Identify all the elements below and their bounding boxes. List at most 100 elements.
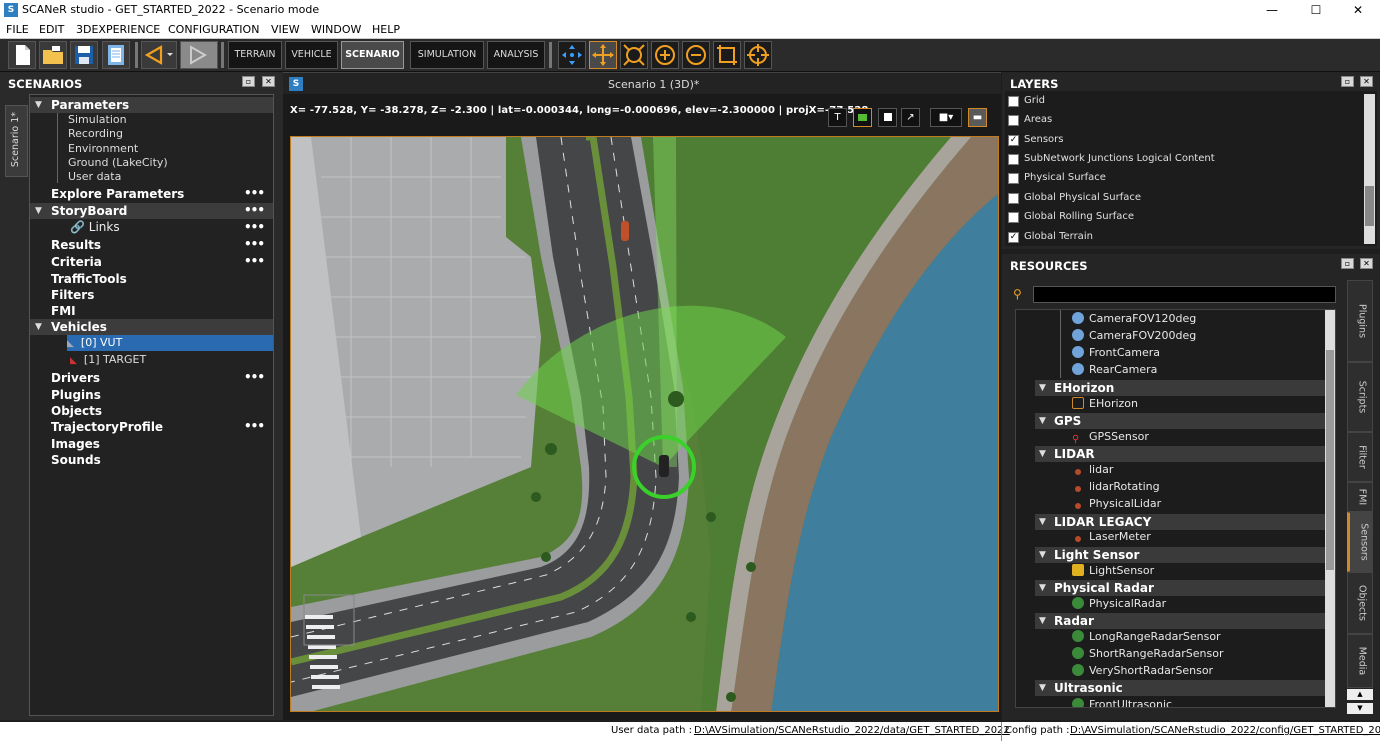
res-group-lidar[interactable]: ▼ LIDAR — [1035, 446, 1325, 462]
close-button[interactable]: ✕ — [1336, 0, 1380, 21]
res-camera-fov120[interactable]: CameraFOV120deg — [1072, 311, 1196, 327]
menu-view[interactable]: VIEW — [271, 23, 300, 36]
checkbox[interactable] — [1008, 96, 1019, 107]
checkbox-checked[interactable]: ✓ — [1008, 232, 1019, 243]
tree-item-links[interactable]: 🔗 Links — [70, 220, 120, 234]
scene-3d-view[interactable] — [290, 136, 999, 712]
layer-sensors[interactable]: ✓ Sensors — [1008, 132, 1338, 148]
menu-file[interactable]: FILE — [6, 23, 29, 36]
layer-grid[interactable]: Grid — [1008, 93, 1338, 109]
more-options-button[interactable]: ••• — [244, 253, 265, 269]
tabs-scroll-down-button[interactable]: ▼ — [1347, 703, 1373, 714]
side-tab-media[interactable]: Media — [1347, 634, 1373, 688]
tree-item-ground[interactable]: Ground (LakeCity) — [68, 156, 168, 170]
side-tab-objects[interactable]: Objects — [1347, 572, 1373, 634]
res-group-gps[interactable]: ▼ GPS — [1035, 413, 1325, 429]
tab-scenario[interactable]: SCENARIO — [341, 41, 404, 69]
tab-terrain[interactable]: TERRAIN — [228, 41, 282, 69]
config-path-link[interactable]: D:\AVSimulation/SCANeRstudio_2022/config… — [1070, 725, 1380, 736]
zoom-region-button[interactable] — [713, 41, 741, 69]
user-data-path-link[interactable]: D:\AVSimulation/SCANeRstudio_2022/data/G… — [694, 725, 1010, 736]
zoom-fit-button[interactable] — [620, 41, 648, 69]
layer-areas[interactable]: Areas — [1008, 112, 1338, 128]
tree-item-recording[interactable]: Recording — [68, 127, 123, 141]
res-group-ultrasonic[interactable]: ▼ Ultrasonic — [1035, 680, 1325, 696]
tab-simulation[interactable]: SIMULATION — [410, 41, 484, 69]
camera-select-button[interactable]: ■▾ — [930, 108, 962, 127]
scenario-tab[interactable]: Scenario 1* — [5, 105, 28, 177]
panel-close-button[interactable]: ✕ — [1360, 76, 1373, 87]
res-front-camera[interactable]: FrontCamera — [1072, 345, 1160, 361]
res-ehorizon[interactable]: EHorizon — [1072, 396, 1138, 412]
side-tab-fmi[interactable]: FMI — [1347, 482, 1373, 512]
pan-view-button[interactable] — [558, 41, 586, 69]
text-toggle-button[interactable]: T — [828, 108, 847, 127]
tree-item-environment[interactable]: Environment — [68, 142, 138, 156]
menu-window[interactable]: WINDOW — [311, 23, 361, 36]
save-button[interactable] — [70, 41, 98, 69]
tree-explore-parameters[interactable]: Explore Parameters ••• — [30, 186, 273, 202]
res-group-light-sensor[interactable]: ▼ Light Sensor — [1035, 547, 1325, 563]
tab-analysis[interactable]: ANALYSIS — [487, 41, 545, 69]
side-tab-plugins[interactable]: Plugins — [1347, 280, 1373, 362]
step-back-button[interactable] — [141, 41, 177, 69]
tree-traffictools[interactable]: TrafficTools — [30, 271, 273, 287]
res-physical-lidar[interactable]: PhysicalLidar — [1072, 496, 1161, 512]
vehicle-camera-button[interactable]: ▬ — [968, 108, 987, 127]
tree-sounds[interactable]: Sounds — [30, 452, 273, 468]
play-button[interactable] — [180, 41, 218, 69]
tree-trajectory-profile[interactable]: TrajectoryProfile ••• — [30, 419, 273, 435]
more-options-button[interactable]: ••• — [244, 236, 265, 252]
res-front-ultrasonic[interactable]: FrontUltrasonic — [1072, 696, 1172, 707]
tree-item-vut[interactable]: ◣ [0] VUT — [67, 335, 273, 351]
layers-scrollbar[interactable] — [1364, 94, 1375, 244]
res-rear-camera[interactable]: RearCamera — [1072, 362, 1157, 378]
resources-scrollbar[interactable] — [1325, 310, 1335, 707]
tree-images[interactable]: Images — [30, 436, 273, 452]
tree-plugins[interactable]: Plugins — [30, 387, 273, 403]
checkbox[interactable] — [1008, 154, 1019, 165]
open-file-button[interactable] — [39, 41, 67, 69]
solid-view-button[interactable] — [878, 108, 897, 127]
tree-fmi[interactable]: FMI — [30, 303, 273, 319]
res-short-range-radar[interactable]: ShortRangeRadarSensor — [1072, 646, 1223, 662]
checkbox[interactable] — [1008, 173, 1019, 184]
menu-edit[interactable]: EDIT — [39, 23, 64, 36]
layer-global-rolling-surface[interactable]: Global Rolling Surface — [1008, 209, 1338, 225]
checkbox[interactable] — [1008, 193, 1019, 204]
panel-close-button[interactable]: ✕ — [1360, 258, 1373, 269]
tree-parameters[interactable]: ▼ Parameters — [30, 97, 273, 113]
tree-criteria[interactable]: Criteria ••• — [30, 254, 273, 270]
resources-search-input[interactable] — [1033, 286, 1336, 303]
more-options-button[interactable]: ••• — [244, 202, 265, 218]
zoom-in-button[interactable] — [651, 41, 679, 69]
checkbox-checked[interactable]: ✓ — [1008, 135, 1019, 146]
checkbox[interactable] — [1008, 115, 1019, 126]
side-tab-scripts[interactable]: Scripts — [1347, 362, 1373, 432]
tree-drivers[interactable]: Drivers ••• — [30, 370, 273, 386]
tree-results[interactable]: Results ••• — [30, 237, 273, 253]
res-group-radar[interactable]: ▼ Radar — [1035, 613, 1325, 629]
res-camera-fov200[interactable]: CameraFOV200deg — [1072, 328, 1196, 344]
terrain-toggle-button[interactable] — [853, 108, 872, 127]
res-gps-sensor[interactable]: ⚲ GPSSensor — [1072, 429, 1149, 445]
res-group-ehorizon[interactable]: ▼ EHorizon — [1035, 380, 1325, 396]
layer-global-physical-surface[interactable]: Global Physical Surface — [1008, 190, 1338, 206]
menu-3dexperience[interactable]: 3DEXPERIENCE — [76, 23, 160, 36]
menu-help[interactable]: HELP — [372, 23, 400, 36]
menu-configuration[interactable]: CONFIGURATION — [168, 23, 259, 36]
tree-filters[interactable]: Filters — [30, 287, 273, 303]
move-tool-button[interactable] — [589, 41, 617, 69]
res-group-physical-radar[interactable]: ▼ Physical Radar — [1035, 580, 1325, 596]
res-very-short-radar[interactable]: VeryShortRadarSensor — [1072, 663, 1213, 679]
res-group-lidar-legacy[interactable]: ▼ LIDAR LEGACY — [1035, 514, 1325, 530]
more-options-button[interactable]: ••• — [244, 185, 265, 201]
tree-storyboard[interactable]: ▼ StoryBoard ••• — [30, 203, 273, 219]
layer-physical-surface[interactable]: Physical Surface — [1008, 170, 1338, 186]
side-tab-sensors[interactable]: Sensors — [1347, 512, 1373, 572]
more-options-button[interactable]: ••• — [244, 219, 265, 235]
res-light-sensor[interactable]: LightSensor — [1072, 563, 1154, 579]
res-laser-meter[interactable]: LaserMeter — [1072, 529, 1151, 545]
layer-subnetwork[interactable]: SubNetwork Junctions Logical Content — [1008, 151, 1338, 167]
center-target-button[interactable] — [744, 41, 772, 69]
